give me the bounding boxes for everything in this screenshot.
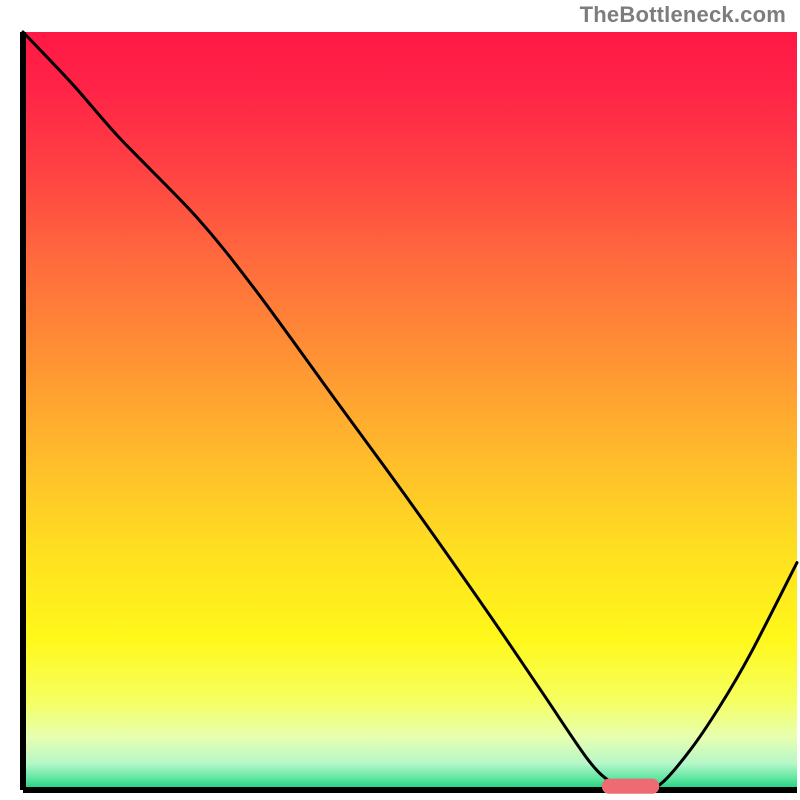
gradient-background — [23, 32, 797, 790]
optimal-range-marker — [602, 779, 659, 794]
watermark-label: TheBottleneck.com — [580, 2, 786, 28]
chart-svg — [0, 0, 800, 800]
bottleneck-chart: TheBottleneck.com — [0, 0, 800, 800]
